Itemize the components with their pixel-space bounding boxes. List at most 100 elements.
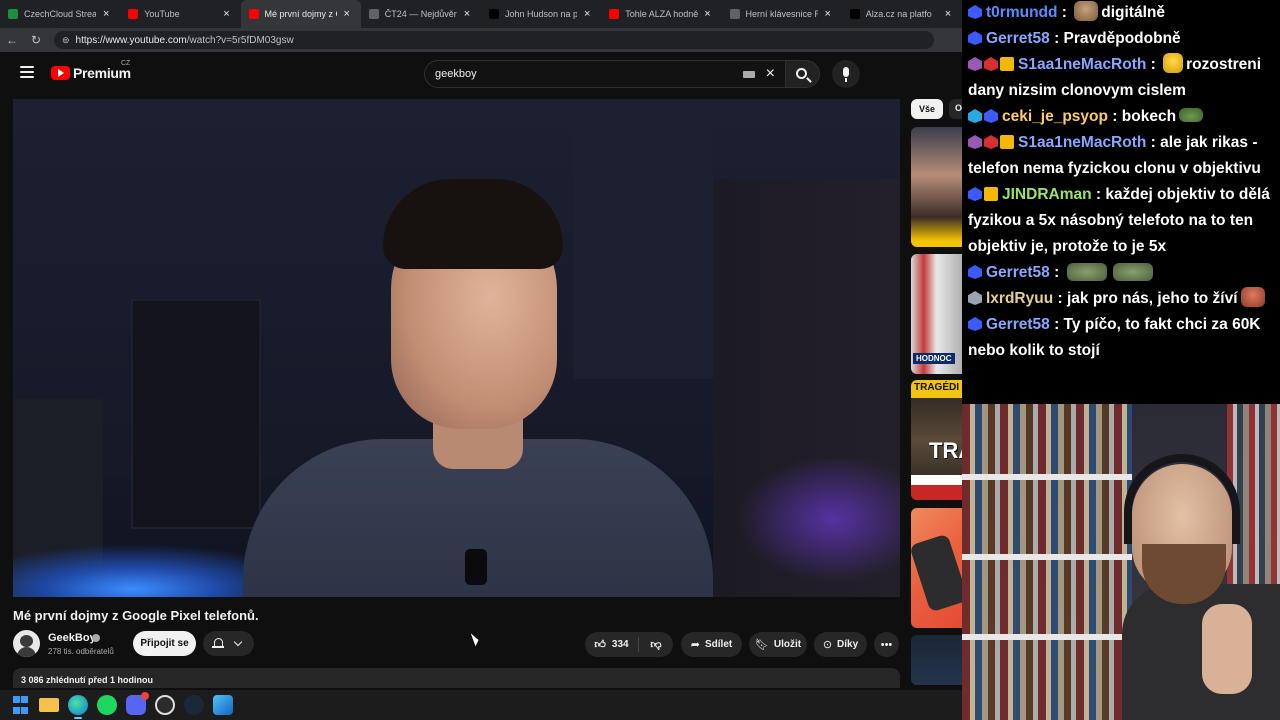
windows-start-icon[interactable] bbox=[10, 695, 30, 715]
notifications-button[interactable] bbox=[203, 631, 254, 656]
chat-username[interactable]: t0rmundd bbox=[986, 4, 1057, 21]
paint-app-icon[interactable] bbox=[213, 695, 233, 715]
chat-username[interactable]: Gerret58 bbox=[986, 30, 1050, 47]
close-tab-icon[interactable]: × bbox=[942, 8, 954, 20]
thumbnail-text: TRAGÉDI bbox=[911, 380, 962, 398]
browser-tab[interactable]: ČT24 — Nejdůvěryhodn × bbox=[361, 0, 481, 28]
chat-badges bbox=[968, 5, 982, 19]
keyboard-icon[interactable] bbox=[743, 71, 755, 78]
red-badge-icon bbox=[984, 57, 998, 71]
steam-icon[interactable] bbox=[184, 695, 204, 715]
menu-icon[interactable] bbox=[20, 66, 34, 78]
close-tab-icon[interactable]: × bbox=[581, 8, 593, 20]
thanks-button[interactable]: ⊙ Díky bbox=[814, 632, 867, 657]
bookshelf bbox=[962, 404, 1132, 720]
more-actions-button[interactable]: ••• bbox=[874, 632, 899, 657]
edge-browser-icon[interactable] bbox=[68, 695, 88, 719]
close-tab-icon[interactable]: × bbox=[100, 8, 112, 20]
address-bar[interactable]: ⊜ https://www.youtube.com/watch?v=5r5fDM… bbox=[54, 31, 934, 49]
search-button[interactable] bbox=[786, 60, 820, 88]
video-purple-light bbox=[713, 459, 900, 597]
browser-tab[interactable]: CzechCloud Stream - W× bbox=[0, 0, 120, 28]
recommended-video-thumbnail[interactable]: HODNOC bbox=[911, 254, 962, 374]
browser-tab[interactable]: John Hudson na platfor× bbox=[481, 0, 601, 28]
chat-separator: : bbox=[1053, 290, 1067, 307]
chip-all[interactable]: Vše bbox=[911, 99, 943, 119]
chat-username[interactable]: Gerret58 bbox=[986, 264, 1050, 281]
like-count: 334 bbox=[611, 639, 629, 650]
phone-image bbox=[911, 533, 962, 613]
streamer-webcam bbox=[962, 404, 1280, 720]
close-tab-icon[interactable]: × bbox=[702, 8, 714, 20]
chat-text: digitálně bbox=[1101, 4, 1165, 21]
tab-favicon-icon bbox=[609, 9, 620, 19]
channel-name[interactable]: GeekBoy bbox=[48, 632, 96, 644]
spotify-icon[interactable] bbox=[97, 695, 117, 715]
chat-username[interactable]: ceki_je_psyop bbox=[1002, 108, 1108, 125]
chat-emote-icon bbox=[1163, 53, 1184, 73]
recommended-video-thumbnail[interactable] bbox=[911, 635, 962, 685]
browser-tab[interactable]: Herní klávesnice Raptur × bbox=[722, 0, 842, 28]
tab-favicon-icon bbox=[729, 9, 740, 19]
save-label: Uložit bbox=[773, 639, 802, 650]
super-thanks-icon: ⊙ bbox=[822, 639, 833, 651]
chat-username[interactable]: S1aa1neMacRoth bbox=[1018, 134, 1146, 151]
tab-title: Herní klávesnice Raptur bbox=[745, 9, 818, 19]
youtube-header: Premium CZ geekboy × bbox=[0, 52, 962, 96]
join-button[interactable]: Připojit se bbox=[133, 631, 196, 656]
chat-username[interactable]: lxrdRyuu bbox=[986, 290, 1053, 307]
search-icon bbox=[796, 68, 807, 79]
recommended-video-thumbnail[interactable] bbox=[911, 127, 962, 247]
tab-title: Mé první dojmy z Goo bbox=[264, 9, 337, 19]
chat-separator: : bbox=[1057, 4, 1072, 21]
close-tab-icon[interactable]: × bbox=[221, 8, 233, 20]
chat-username[interactable]: Gerret58 bbox=[986, 316, 1050, 333]
video-player[interactable] bbox=[13, 99, 900, 597]
reload-icon[interactable]: ↻ bbox=[24, 33, 48, 47]
chat-username[interactable]: S1aa1neMacRoth bbox=[1018, 56, 1146, 73]
voice-search-icon[interactable] bbox=[832, 60, 860, 88]
browser-toolbar: ← ↻ ⊜ https://www.youtube.com/watch?v=5r… bbox=[0, 28, 962, 52]
youtube-premium-logo[interactable]: Premium CZ bbox=[51, 60, 131, 81]
browser-tab[interactable]: Tohle ALZA hodně po** × bbox=[601, 0, 721, 28]
description-box[interactable]: 3 086 zhlédnutí před 1 hodinou bbox=[13, 668, 900, 688]
chat-app-icon[interactable] bbox=[155, 695, 175, 715]
browser-tab[interactable]: Mé první dojmy z Goo × bbox=[240, 0, 361, 28]
discord-icon[interactable] bbox=[126, 692, 149, 715]
browser-tab[interactable]: Alza.cz na platfo × bbox=[842, 0, 962, 28]
tab-title: Alza.cz na platfo bbox=[865, 9, 932, 19]
presenter-hair bbox=[383, 179, 563, 269]
active-indicator bbox=[74, 717, 82, 719]
close-tab-icon[interactable]: × bbox=[822, 8, 834, 20]
blue-badge-icon bbox=[968, 5, 982, 19]
channel-avatar[interactable] bbox=[13, 630, 40, 657]
like-button[interactable]: 👍︎ 334 bbox=[585, 637, 639, 652]
back-arrow-icon[interactable]: ← bbox=[0, 33, 24, 47]
tab-favicon-icon bbox=[368, 9, 379, 19]
chat-message: Gerret58 : bbox=[968, 260, 1280, 286]
chevron-down-icon bbox=[233, 637, 243, 647]
thanks-label: Díky bbox=[837, 639, 859, 650]
blue-badge-icon bbox=[968, 187, 982, 201]
search-input[interactable]: geekboy × bbox=[424, 60, 786, 88]
close-tab-icon[interactable]: × bbox=[341, 8, 353, 20]
file-explorer-icon[interactable] bbox=[39, 698, 59, 712]
clear-search-icon[interactable]: × bbox=[766, 65, 775, 83]
tab-favicon-icon bbox=[849, 9, 860, 19]
chat-separator: : bbox=[1049, 264, 1064, 281]
blue-badge-icon bbox=[968, 265, 982, 279]
site-info-icon[interactable]: ⊜ bbox=[62, 35, 70, 46]
like-dislike-group: 👍︎ 334 👎︎ bbox=[585, 632, 673, 657]
crown-badge-icon bbox=[1000, 135, 1014, 149]
close-tab-icon[interactable]: × bbox=[461, 8, 473, 20]
recommended-video-thumbnail[interactable]: TRAGÉDI TRA NA bbox=[911, 380, 962, 500]
notification-dot bbox=[141, 692, 149, 700]
recommended-video-thumbnail[interactable] bbox=[911, 508, 962, 628]
share-button[interactable]: ➦ Sdílet bbox=[681, 632, 742, 657]
lapel-mic bbox=[465, 549, 487, 585]
chat-username[interactable]: JINDRAman bbox=[1002, 186, 1092, 203]
dislike-button[interactable]: 👎︎ bbox=[639, 638, 673, 651]
browser-tab[interactable]: YouTube × bbox=[120, 0, 240, 28]
chat-text: jak pro nás, jeho to žíví bbox=[1066, 290, 1238, 307]
save-button[interactable]: 🔖︎ Uložit bbox=[749, 632, 807, 657]
